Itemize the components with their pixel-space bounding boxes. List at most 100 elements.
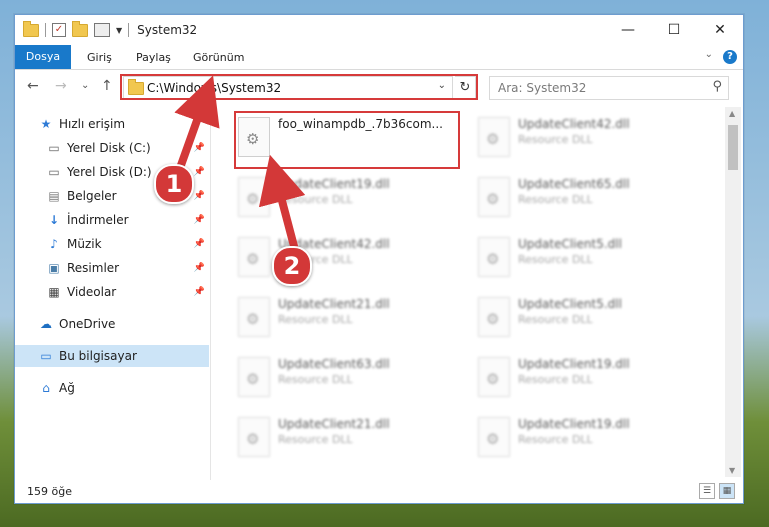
file-type: Resource DLL [278, 433, 353, 446]
file-type: Resource DLL [278, 373, 353, 386]
sidebar-item-label: Resimler [67, 261, 120, 275]
sidebar-item-this-pc[interactable]: ▭ Bu bilgisayar [15, 345, 209, 367]
dll-file-icon [238, 357, 270, 397]
file-name: UpdateClient5.dll [518, 297, 622, 311]
pin-icon: 📌 [193, 191, 205, 201]
toolbar-divider [45, 23, 46, 37]
drive-icon: ▭ [48, 141, 60, 155]
sidebar-item-label: Yerel Disk (C:) [67, 141, 151, 155]
forward-button[interactable]: → [55, 78, 67, 94]
back-button[interactable]: ← [27, 78, 39, 94]
sidebar-item-drive-c[interactable]: ▭ Yerel Disk (C:) 📌 [47, 137, 209, 159]
sidebar-item-downloads[interactable]: ↓ İndirmeler 📌 [47, 209, 209, 231]
file-name: UpdateClient19.dll [278, 177, 390, 191]
maximize-button[interactable]: ☐ [651, 15, 697, 45]
tab-paylas[interactable]: Paylaş [136, 47, 171, 69]
pane-divider[interactable] [210, 105, 211, 480]
search-placeholder[interactable]: Ara: System32 [498, 81, 586, 95]
file-type: Resource DLL [518, 373, 593, 386]
file-item[interactable]: UpdateClient19.dll Resource DLL [234, 173, 464, 221]
sidebar-item-quick-access[interactable]: ★ Hızlı erişim [39, 113, 209, 135]
sidebar-item-label: Hızlı erişim [59, 117, 126, 131]
address-highlight-box [120, 74, 478, 100]
file-item[interactable]: UpdateClient19.dll Resource DLL [474, 353, 704, 401]
pin-icon: 📌 [193, 167, 205, 177]
sidebar-item-label: Yerel Disk (D:) [67, 165, 152, 179]
file-type: Resource DLL [518, 253, 593, 266]
search-icon[interactable]: ⚲ [712, 79, 722, 94]
scroll-up-icon[interactable]: ▲ [729, 109, 735, 118]
dll-file-icon [478, 117, 510, 157]
sidebar-item-onedrive[interactable]: ☁ OneDrive [39, 313, 209, 335]
sidebar-item-videos[interactable]: ▦ Videolar 📌 [47, 281, 209, 303]
sidebar-item-label: İndirmeler [67, 213, 129, 227]
dll-file-icon [478, 177, 510, 217]
expand-ribbon-icon[interactable]: ⌄ [705, 49, 713, 60]
quick-access-toolbar: ✓ ▼ [23, 20, 130, 37]
step-1-callout: 1 [154, 164, 194, 204]
title-bar: ✓ ▼ System32 — ☐ ✕ [15, 15, 743, 45]
file-item[interactable]: UpdateClient65.dll Resource DLL [474, 173, 704, 221]
file-highlight-box [234, 111, 460, 169]
properties-check-icon[interactable]: ✓ [52, 23, 66, 37]
tiles-view-icon[interactable]: ▦ [719, 483, 735, 499]
scroll-down-icon[interactable]: ▼ [729, 466, 735, 475]
tab-gorunum[interactable]: Görünüm [193, 47, 244, 69]
file-name: UpdateClient42.dll [518, 117, 630, 131]
file-item[interactable]: UpdateClient21.dll Resource DLL [234, 413, 464, 461]
customize-dropdown-icon[interactable]: ▼ [116, 26, 122, 35]
sidebar-item-label: Müzik [67, 237, 102, 251]
pin-icon: 📌 [193, 263, 205, 273]
sidebar-item-pictures[interactable]: ▣ Resimler 📌 [47, 257, 209, 279]
minimize-button[interactable]: — [605, 15, 651, 45]
file-type: Resource DLL [518, 433, 593, 446]
item-count: 159 öğe [27, 485, 72, 498]
sidebar-item-label: OneDrive [59, 317, 116, 331]
help-icon[interactable]: ? [723, 50, 737, 64]
file-item[interactable]: UpdateClient5.dll Resource DLL [474, 293, 704, 341]
network-icon: ⌂ [42, 381, 50, 395]
dll-file-icon [238, 417, 270, 457]
file-item[interactable]: UpdateClient63.dll Resource DLL [234, 353, 464, 401]
file-item[interactable]: UpdateClient21.dll Resource DLL [234, 293, 464, 341]
scroll-thumb[interactable] [728, 125, 738, 170]
file-item[interactable]: UpdateClient42.dll Resource DLL [234, 233, 464, 281]
video-icon: ▦ [48, 285, 60, 299]
sidebar-item-music[interactable]: ♪ Müzik 📌 [47, 233, 209, 255]
computer-icon: ▭ [40, 349, 52, 363]
star-icon: ★ [40, 117, 52, 131]
sidebar-item-network[interactable]: ⌂ Ağ [39, 377, 209, 399]
properties-icon[interactable] [94, 23, 110, 37]
navigation-bar: ← → ⌄ ↑ C:\Windows\System32 ⌄ ↻ Ara: Sys… [15, 70, 743, 104]
dll-file-icon [238, 177, 270, 217]
dll-file-icon [478, 297, 510, 337]
file-name: UpdateClient21.dll [278, 297, 390, 311]
file-type: Resource DLL [518, 313, 593, 326]
pin-icon: 📌 [193, 143, 205, 153]
drive-icon: ▭ [48, 165, 60, 179]
vertical-scrollbar[interactable]: ▲ ▼ [725, 107, 741, 477]
dll-file-icon [478, 417, 510, 457]
file-type: Resource DLL [518, 133, 593, 146]
new-folder-icon[interactable] [72, 20, 88, 37]
dll-file-icon [238, 297, 270, 337]
tab-dosya[interactable]: Dosya [15, 45, 71, 69]
status-bar: 159 öğe ☰ ▦ [15, 479, 743, 503]
up-button[interactable]: ↑ [101, 78, 113, 94]
file-item[interactable]: UpdateClient5.dll Resource DLL [474, 233, 704, 281]
tab-giris[interactable]: Giriş [87, 47, 112, 69]
file-item[interactable]: UpdateClient19.dll Resource DLL [474, 413, 704, 461]
recent-locations-button[interactable]: ⌄ [81, 80, 89, 91]
ribbon-tabs: Dosya Giriş Paylaş Görünüm ⌄ ? [15, 45, 743, 70]
dll-file-icon [238, 237, 270, 277]
search-box[interactable]: Ara: System32 ⚲ [489, 76, 729, 100]
details-view-icon[interactable]: ☰ [699, 483, 715, 499]
dll-file-icon [478, 357, 510, 397]
navigation-pane: ★ Hızlı erişim ▭ Yerel Disk (C:) 📌 ▭ Yer… [15, 105, 211, 480]
close-button[interactable]: ✕ [697, 15, 743, 45]
file-item[interactable]: UpdateClient42.dll Resource DLL [474, 113, 704, 161]
sidebar-item-label: Videolar [67, 285, 117, 299]
sidebar-item-label: Ağ [59, 381, 75, 395]
file-name: UpdateClient5.dll [518, 237, 622, 251]
sidebar-item-label: Belgeler [67, 189, 117, 203]
